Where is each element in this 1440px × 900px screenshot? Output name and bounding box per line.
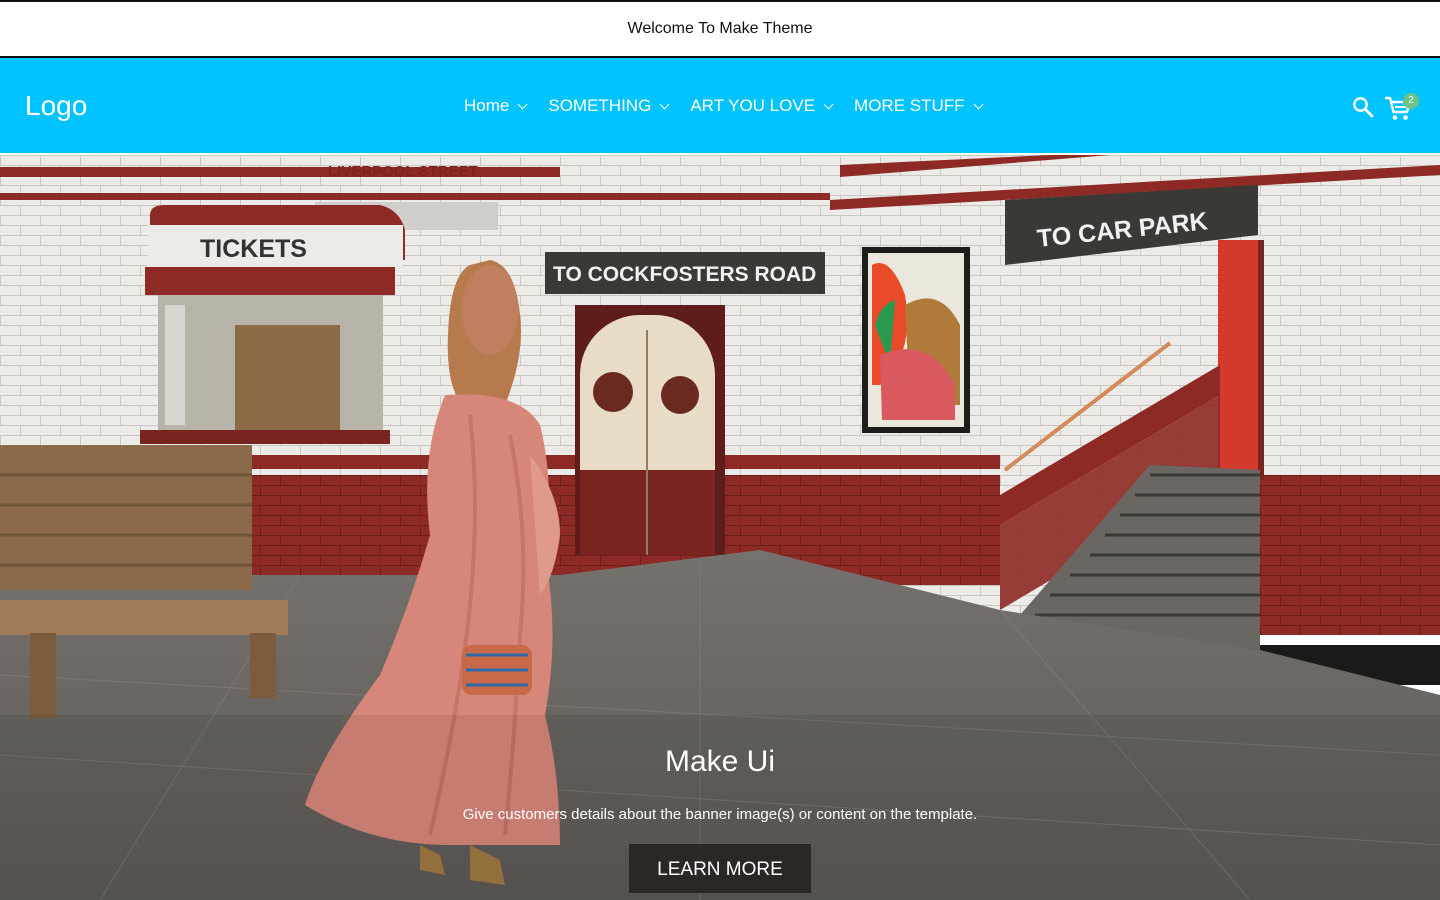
nav-item-home[interactable]: Home: [464, 94, 528, 118]
nav-item-label: ART YOU LOVE: [690, 96, 816, 115]
chevron-down-icon: [659, 99, 670, 109]
hero-title: Make Ui: [664, 745, 776, 778]
nav-item-label: MORE STUFF: [854, 96, 965, 115]
site-header: Logo Home SOMETHING ART YOU LOVE MORE ST…: [0, 58, 1440, 155]
learn-more-button[interactable]: LEARN MORE: [629, 844, 811, 893]
search-button[interactable]: [1352, 96, 1374, 118]
nav-item-something[interactable]: SOMETHING: [548, 94, 670, 118]
cart-count-badge: 2: [1403, 93, 1419, 109]
chevron-down-icon: [517, 99, 528, 109]
nav-item-label: Home: [464, 96, 510, 115]
svg-text:TO COCKFOSTERS ROAD: TO COCKFOSTERS ROAD: [553, 263, 816, 286]
nav-item-label: SOMETHING: [548, 96, 652, 115]
chevron-down-icon: [973, 99, 983, 109]
main-nav: Home SOMETHING ART YOU LOVE MORE STUFF: [464, 94, 1004, 118]
hero-banner: TO COCKFOSTERS ROAD LIVERPOOL STREET TIC…: [0, 155, 1440, 900]
logo[interactable]: Logo: [25, 88, 87, 124]
hero-image: TO COCKFOSTERS ROAD LIVERPOOL STREET TIC…: [0, 155, 1440, 900]
search-icon: [1353, 97, 1374, 118]
nav-item-art-you-love[interactable]: ART YOU LOVE: [690, 94, 834, 118]
svg-text:LIVERPOOL STREET: LIVERPOOL STREET: [328, 163, 478, 180]
announcement-bar: Welcome To Make Theme: [0, 0, 1440, 58]
announcement-text: Welcome To Make Theme: [627, 20, 813, 37]
hero-subtitle: Give customers details about the banner …: [462, 806, 978, 823]
nav-item-more-stuff[interactable]: MORE STUFF: [854, 94, 983, 118]
svg-text:TICKETS: TICKETS: [200, 235, 307, 263]
chevron-down-icon: [823, 99, 834, 109]
